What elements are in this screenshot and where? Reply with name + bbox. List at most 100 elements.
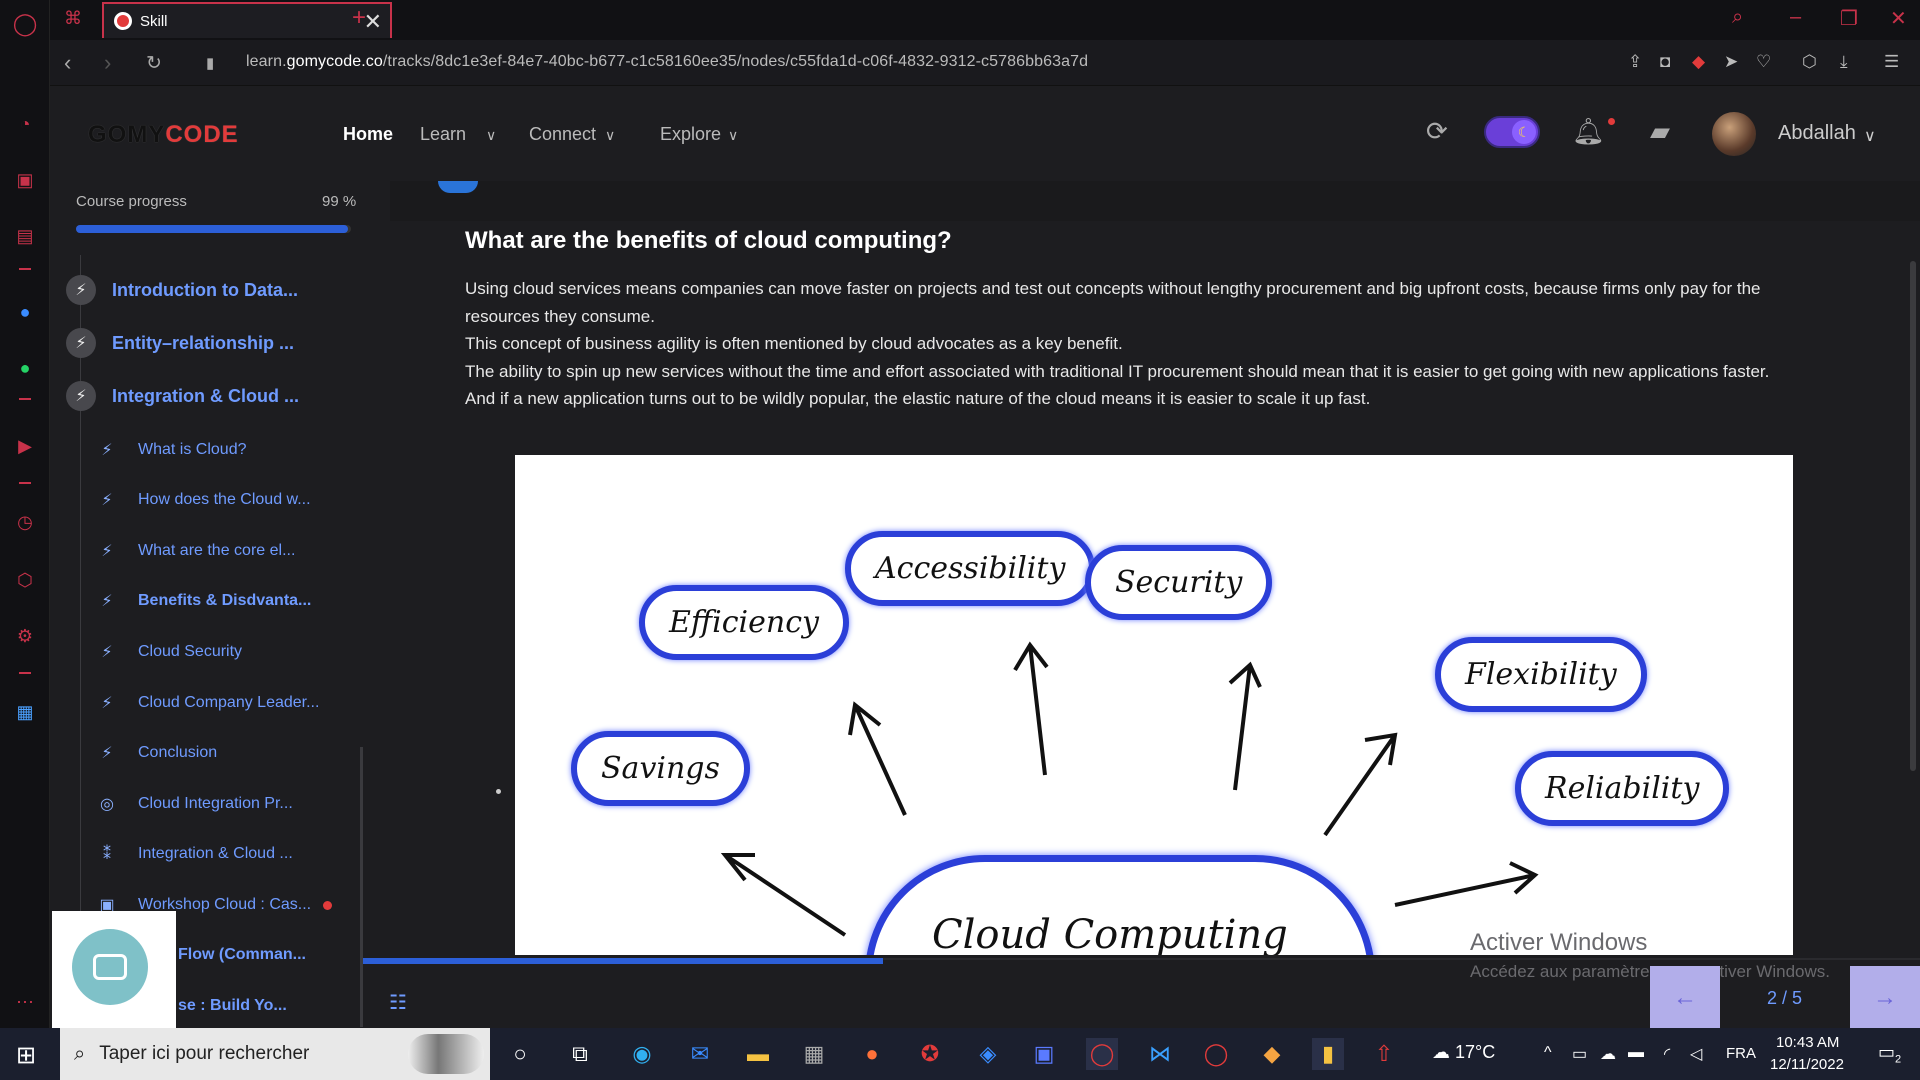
forward-icon[interactable]: › (104, 50, 111, 76)
action-center-icon[interactable]: ▭2 (1878, 1042, 1901, 1066)
explore-chevron-down-icon[interactable]: ∨ (728, 127, 738, 144)
whatsapp-icon[interactable]: ● (13, 356, 37, 380)
dark-mode-toggle[interactable]: ☾ (1484, 116, 1540, 148)
logo-text-1: GOMY (88, 121, 166, 148)
clock-time[interactable]: 10:43 AM (1776, 1034, 1839, 1051)
learn-chevron-down-icon[interactable]: ∨ (486, 127, 496, 144)
lesson-item[interactable]: ⚡︎ Conclusion (98, 743, 217, 763)
close-window-icon[interactable]: ✕ (1890, 6, 1907, 31)
download-icon[interactable]: ⤓ (1840, 52, 1848, 72)
onedrive-cloud-icon[interactable]: ☁︎ (1600, 1044, 1616, 1064)
send-icon[interactable]: ➤ (1724, 52, 1738, 72)
gx-control-icon[interactable]: ⌘ (64, 8, 82, 29)
adblock-shield-icon[interactable]: ◆ (1692, 52, 1705, 72)
nav-explore[interactable]: Explore (660, 124, 721, 145)
git-icon[interactable]: ◆ (1256, 1038, 1288, 1070)
avatar[interactable] (1712, 112, 1756, 156)
history-icon[interactable]: ◷ (13, 510, 37, 534)
url-field[interactable]: learn.gomycode.co/tracks/8dc1e3ef-84e7-4… (246, 53, 1088, 71)
vpn-icon[interactable]: ▣ (1028, 1038, 1060, 1070)
sync-icon[interactable]: ⟳ (1426, 116, 1448, 147)
edge-icon[interactable]: ◉ (626, 1038, 658, 1070)
restore-icon[interactable]: ❐ (1840, 6, 1858, 31)
article-body: Using cloud services means companies can… (465, 275, 1820, 413)
messages-icon[interactable]: ▰ (1650, 116, 1670, 147)
connect-chevron-down-icon[interactable]: ∨ (605, 127, 615, 144)
snapshot-camera-icon[interactable]: ◘ (1660, 52, 1670, 72)
reload-icon[interactable]: ↻ (146, 52, 162, 75)
store-icon[interactable]: ▦ (798, 1038, 830, 1070)
share-icon[interactable]: ⇪ (1628, 52, 1642, 72)
windows-start-icon[interactable]: ⊞ (16, 1041, 36, 1070)
folder-icon[interactable]: ▮ (1312, 1038, 1344, 1070)
taskbar-search[interactable]: ⌕ Taper ici pour rechercher (60, 1028, 490, 1080)
lesson-item[interactable]: ⚡︎ How does the Cloud w... (98, 490, 310, 510)
settings-gear-icon[interactable]: ⚙ (13, 624, 37, 648)
lesson-item[interactable]: ◎ Cloud Integration Pr... (98, 794, 293, 814)
task-view-icon[interactable]: ⧉ (564, 1038, 596, 1070)
lesson-item[interactable]: ⚡︎ What is Cloud? (98, 440, 246, 460)
back-icon[interactable]: ‹ (64, 50, 71, 76)
minimize-icon[interactable]: – (1790, 6, 1801, 29)
notifications-bell-icon[interactable]: 🔔︎ (1572, 116, 1605, 147)
nav-learn[interactable]: Learn (420, 124, 466, 145)
player-icon[interactable]: ▶ (13, 434, 37, 458)
mail-icon[interactable]: ✉ (684, 1038, 716, 1070)
language-indicator[interactable]: FRA (1726, 1045, 1756, 1062)
lesson-item-active[interactable]: ⚡︎ Benefits & Disdvanta... (98, 591, 311, 611)
search-tabs-icon[interactable]: ⌕ (1732, 6, 1743, 29)
workspace-icon[interactable]: ▣ (13, 168, 37, 192)
firefox-icon[interactable]: ● (856, 1038, 888, 1070)
opera-gx-taskbar-icon[interactable]: ◯ (1086, 1038, 1118, 1070)
translator-icon[interactable]: ▦ (13, 700, 37, 724)
lesson-item[interactable]: ⚡︎ What are the core el... (98, 541, 295, 561)
content-scrollbar[interactable] (1910, 261, 1916, 771)
gomycode-logo[interactable]: GOMYCODE (88, 121, 239, 149)
volume-icon[interactable]: ◁ (1690, 1044, 1702, 1064)
battery-icon[interactable]: ▭ (1572, 1044, 1587, 1064)
vscode-icon[interactable]: ⋈ (1144, 1038, 1176, 1070)
tray-chevron-up-icon[interactable]: ^ (1544, 1044, 1552, 1062)
nav-connect[interactable]: Connect (529, 124, 596, 145)
next-button[interactable]: → (1850, 966, 1920, 1030)
module-item[interactable]: ⚡︎ Introduction to Data... (66, 275, 298, 305)
wifi-icon[interactable]: ◜ (1664, 1044, 1670, 1064)
tab-skill[interactable]: Skill ✕ (102, 2, 392, 38)
lesson-item[interactable]: Flow (Comman... (178, 946, 306, 964)
outline-list-icon[interactable]: ☷ (389, 990, 407, 1015)
defender-icon[interactable]: ◈ (972, 1038, 1004, 1070)
lesson-label: What are the core el... (138, 542, 296, 559)
speed-dial-icon[interactable]: ◔ (13, 112, 37, 136)
previous-button[interactable]: ← (1650, 966, 1720, 1030)
cortana-icon[interactable]: ○ (504, 1038, 536, 1070)
storage-icon[interactable]: ▬ (1628, 1044, 1644, 1062)
file-explorer-icon[interactable]: ▬ (742, 1038, 774, 1070)
module-item[interactable]: ⚡︎ Entity–relationship ... (66, 328, 294, 358)
chat-button[interactable] (72, 929, 148, 1005)
weather[interactable]: ☁︎ 17°C (1432, 1042, 1495, 1063)
cube-icon[interactable]: ⬡ (1802, 52, 1817, 72)
close-tab-icon[interactable]: ✕ (364, 9, 382, 35)
user-chevron-down-icon[interactable]: ∨ (1864, 126, 1876, 146)
nav-home[interactable]: Home (343, 124, 393, 145)
lesson-item[interactable]: ⚡︎ Cloud Company Leader... (98, 693, 319, 713)
bookmark-heart-icon[interactable]: ♡ (1756, 52, 1771, 72)
username[interactable]: Abdallah (1778, 122, 1856, 145)
twitch-icon[interactable]: ▤ (13, 224, 37, 248)
opera-logo-icon[interactable]: ◯ (13, 11, 38, 36)
lesson-item[interactable]: ⚡︎ Cloud Security (98, 642, 242, 662)
lesson-item[interactable]: ⁑ Integration & Cloud ... (98, 844, 293, 864)
upload-app-icon[interactable]: ⇧ (1368, 1038, 1400, 1070)
new-tab-button[interactable]: + (352, 4, 366, 32)
game-icon[interactable]: ✪ (914, 1038, 946, 1070)
module-item[interactable]: ⚡︎ Integration & Cloud ... (66, 381, 299, 411)
lesson-label: Benefits & Disdvanta... (138, 592, 312, 609)
clock-date[interactable]: 12/11/2022 (1770, 1056, 1844, 1073)
messenger-icon[interactable]: ● (13, 300, 37, 324)
extensions-icon[interactable]: ⬡ (13, 568, 37, 592)
more-icon[interactable]: ⋯ (13, 990, 37, 1014)
lesson-item[interactable]: se : Build Yo... (178, 997, 287, 1015)
opera-icon[interactable]: ◯ (1200, 1038, 1232, 1070)
cloud-benefits-image: Accessibility Security Efficiency Flexib… (515, 455, 1793, 955)
easy-setup-icon[interactable]: ☰ (1884, 52, 1899, 72)
